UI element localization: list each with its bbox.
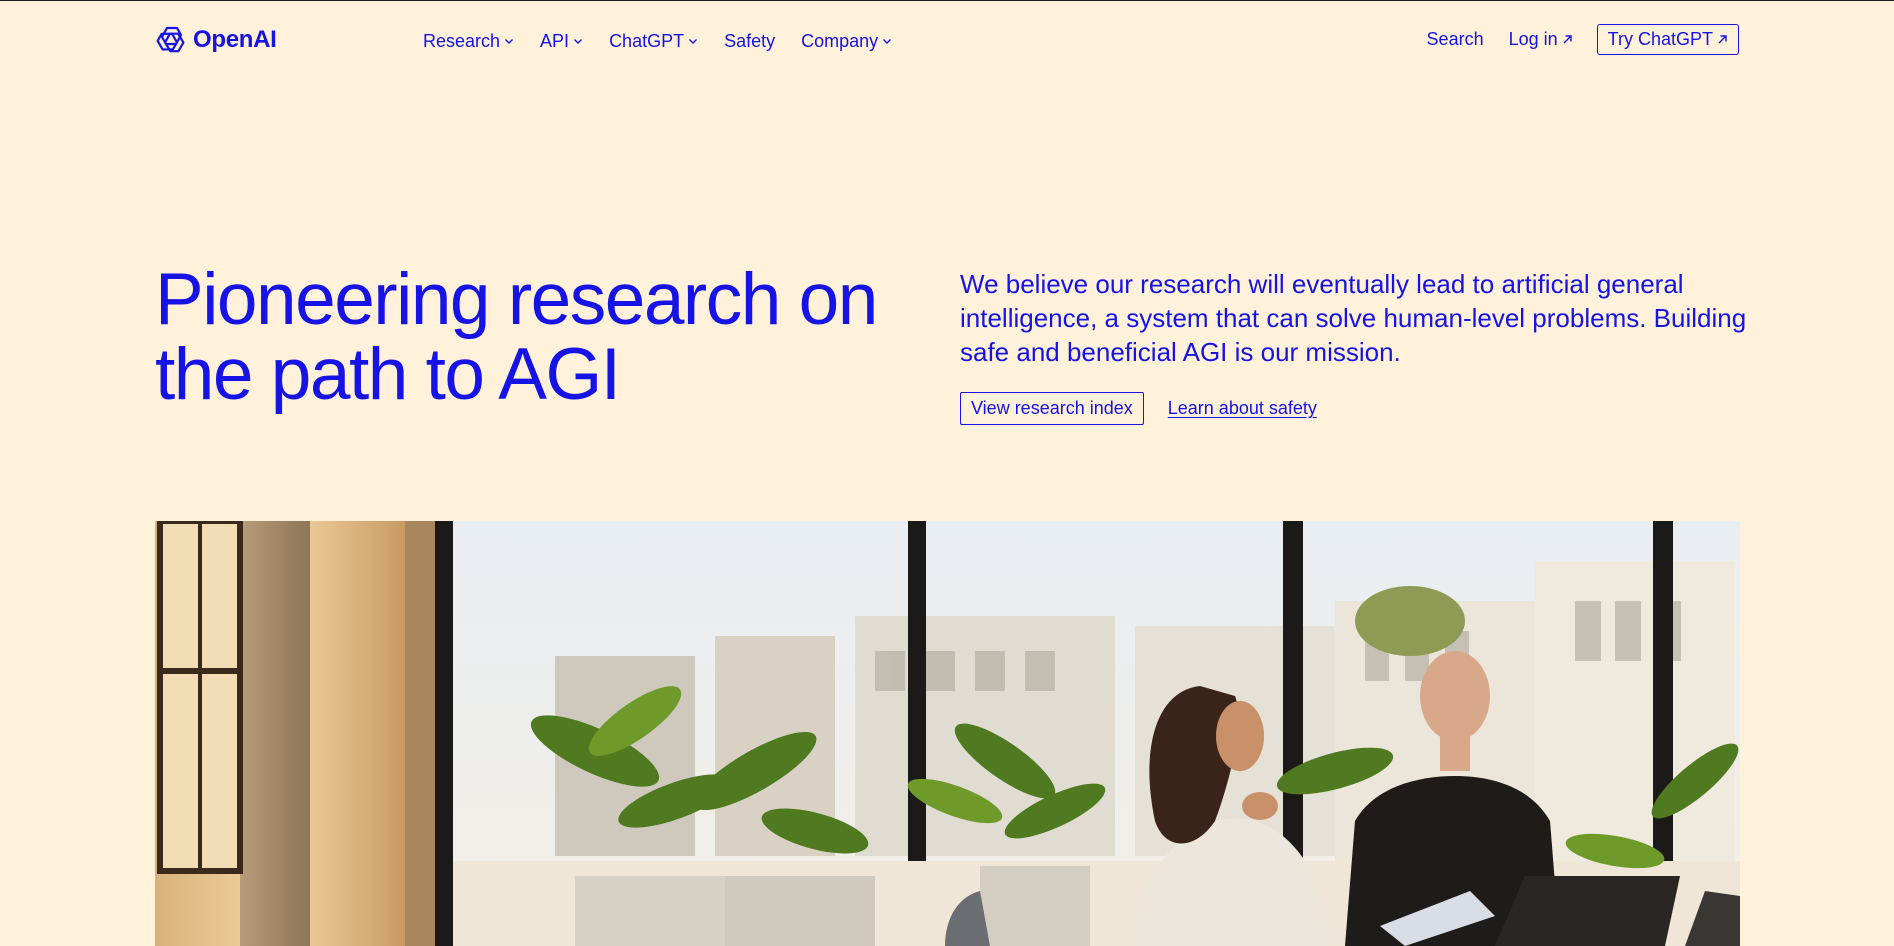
chevron-down-icon: [574, 39, 583, 44]
try-chatgpt-label: Try ChatGPT: [1607, 28, 1713, 49]
hero-photo: [155, 521, 1740, 946]
nav-item-label: ChatGPT: [609, 30, 685, 51]
nav-item-label: Research: [423, 30, 501, 51]
nav-item-company[interactable]: Company: [801, 31, 892, 52]
chevron-down-icon: [883, 39, 892, 44]
chevron-down-icon: [505, 39, 514, 44]
login-link[interactable]: Log in: [1509, 29, 1573, 50]
view-research-index-button[interactable]: View research index: [960, 392, 1144, 425]
login-label: Log in: [1508, 28, 1558, 49]
nav-item-api[interactable]: API: [540, 31, 583, 52]
learn-about-safety-link[interactable]: Learn about safety: [1168, 398, 1317, 419]
nav-item-chatgpt[interactable]: ChatGPT: [609, 31, 698, 52]
utility-nav: Search Log in Try ChatGPT: [1427, 22, 1739, 56]
hero-title: Pioneering research on the path to AGI: [155, 259, 878, 415]
hero-description: We believe our research will eventually …: [960, 269, 1747, 367]
logo-wordmark: OpenAI: [193, 26, 277, 53]
nav-item-label: API: [540, 30, 570, 51]
openai-logo-link[interactable]: OpenAI: [155, 22, 277, 58]
nav-item-safety[interactable]: Safety: [724, 31, 775, 52]
primary-nav: Research API ChatGPT Safety Company: [423, 27, 918, 55]
nav-item-research[interactable]: Research: [423, 31, 514, 52]
chevron-down-icon: [689, 39, 698, 44]
site-header: OpenAI Research API ChatGPT Safety Compa…: [0, 0, 1894, 82]
search-button[interactable]: Search: [1427, 29, 1484, 50]
arrow-up-right-icon: [1563, 34, 1572, 43]
openai-logo-icon: [155, 24, 187, 56]
nav-item-label: Company: [801, 30, 879, 51]
hero-actions: View research index Learn about safety: [960, 392, 1317, 425]
try-chatgpt-button[interactable]: Try ChatGPT: [1596, 23, 1739, 55]
arrow-up-right-icon: [1718, 34, 1727, 43]
nav-item-label: Safety: [724, 30, 776, 51]
